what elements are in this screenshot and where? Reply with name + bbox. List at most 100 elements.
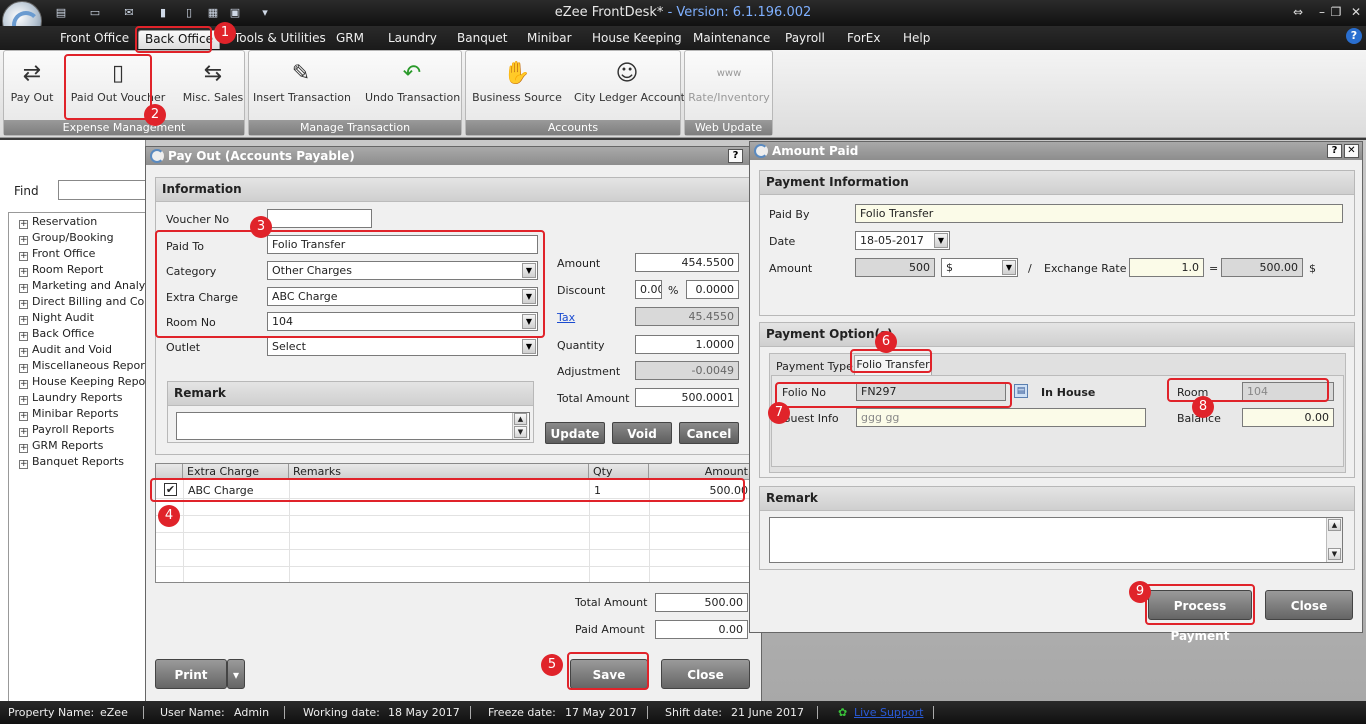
amount-input[interactable]: 454.5500: [635, 253, 739, 272]
menu-payroll[interactable]: Payroll: [779, 30, 831, 49]
menu-minibar[interactable]: Minibar: [521, 30, 578, 49]
payout-info-heading: Information: [156, 178, 751, 202]
print-dropdown-button[interactable]: ▾: [227, 659, 245, 689]
rate-inventory-button[interactable]: www Rate/Inventory: [688, 55, 770, 117]
tree-item-group-booking[interactable]: + Group/Booking: [19, 231, 114, 245]
tree-item-payroll-reports[interactable]: + Payroll Reports: [19, 423, 114, 437]
remark-scrollbar[interactable]: ▲ ▼: [512, 413, 528, 439]
quantity-input[interactable]: 1.0000: [635, 335, 739, 354]
amount-paid-amount-value: 500: [855, 258, 935, 277]
amount-paid-remark-input[interactable]: [769, 517, 1343, 563]
note-icon[interactable]: ▯: [180, 5, 198, 21]
restore-icon[interactable]: ⇔: [1288, 3, 1308, 21]
tools-icon[interactable]: ▮: [154, 5, 172, 21]
find-input[interactable]: [58, 180, 146, 200]
payout-close-button[interactable]: Close: [661, 659, 750, 689]
tree-item-night-audit[interactable]: + Night Audit: [19, 311, 94, 325]
menu-tools-utilities[interactable]: Tools & Utilities: [228, 30, 332, 49]
paid-amount-value: 0.00: [655, 620, 748, 639]
date-picker[interactable]: 18-05-2017 ▼: [855, 231, 950, 250]
tree-item-reservation[interactable]: + Reservation: [19, 215, 97, 229]
pay-out-button[interactable]: ⇄ Pay Out: [6, 55, 58, 117]
voucher-input[interactable]: [267, 209, 372, 228]
tax-link[interactable]: Tax: [557, 311, 575, 324]
tree-item-front-office[interactable]: + Front Office: [19, 247, 95, 261]
insert-transaction-button[interactable]: ✎ Insert Transaction: [253, 55, 351, 117]
dialog-logo-icon: [754, 144, 768, 158]
guest-info-input[interactable]: ggg gg: [856, 408, 1146, 427]
payout-remark-heading: Remark: [168, 382, 533, 406]
paid-by-input[interactable]: Folio Transfer: [855, 204, 1343, 223]
amount-paid-remark-scrollbar[interactable]: ▲ ▼: [1326, 518, 1342, 562]
user-value: Admin: [234, 706, 270, 719]
title-bar: eZee FrontDesk* - Version: 6.1.196.002 ▤…: [0, 0, 1366, 26]
amount-paid-close-button[interactable]: Close: [1265, 590, 1353, 620]
grid-total-amount-label: Total Amount: [575, 596, 648, 609]
tree-item-room-report[interactable]: + Room Report: [19, 263, 103, 277]
paid-amount-label: Paid Amount: [575, 623, 645, 636]
folio-lookup-icon[interactable]: ▤: [1014, 384, 1028, 398]
exchange-rate-input[interactable]: 1.0: [1129, 258, 1204, 277]
print-button[interactable]: Print: [155, 659, 227, 689]
tree-item-banquet-reports[interactable]: + Banquet Reports: [19, 455, 124, 469]
step-badge-9: 9: [1129, 581, 1151, 603]
menu-grm[interactable]: GRM: [330, 30, 370, 49]
calendar-icon[interactable]: ▣: [226, 5, 244, 21]
step-badge-5: 5: [541, 654, 563, 676]
payout-help-button[interactable]: ?: [728, 149, 743, 163]
grid-row-line: [156, 566, 751, 567]
help-icon[interactable]: ?: [1346, 28, 1362, 44]
email-icon[interactable]: ✉: [120, 5, 138, 21]
total-amount-input[interactable]: 500.0001: [635, 388, 739, 407]
tree-item-misc-report[interactable]: + Miscellaneous Report: [19, 359, 149, 373]
step-badge-7: 7: [768, 402, 790, 424]
tree-item-audit-void[interactable]: + Audit and Void: [19, 343, 112, 357]
tree-item-minibar-reports[interactable]: + Minibar Reports: [19, 407, 119, 421]
find-label: Find: [14, 184, 39, 198]
city-ledger-account-button[interactable]: ☺ City Ledger Account: [574, 55, 685, 117]
discount-pct-input[interactable]: 0.00: [635, 280, 662, 299]
menu-banquet[interactable]: Banquet: [451, 30, 514, 49]
currency-select[interactable]: $ ▼: [941, 258, 1018, 277]
total-amount-label: Total Amount: [557, 392, 630, 405]
highlight-folio-tab: [850, 349, 932, 373]
spellcheck-icon[interactable]: ▦: [204, 5, 222, 21]
amount-paid-close-icon[interactable]: ✕: [1344, 144, 1359, 158]
tree-item-marketing[interactable]: + Marketing and Analysis: [19, 279, 160, 293]
live-support-link[interactable]: Live Support: [854, 701, 923, 724]
undo-transaction-button[interactable]: ↶ Undo Transaction: [365, 55, 460, 117]
www-icon: www: [716, 68, 742, 79]
cancel-button[interactable]: Cancel: [679, 422, 739, 444]
maximize-icon[interactable]: ❐: [1326, 3, 1346, 21]
syringe-icon: ✎: [291, 61, 311, 86]
tree-item-back-office[interactable]: + Back Office: [19, 327, 94, 341]
close-icon[interactable]: ✕: [1346, 3, 1366, 21]
misc-sales-button[interactable]: ⇆ Misc. Sales: [182, 55, 244, 117]
print-icon[interactable]: ▭: [86, 5, 104, 21]
menu-help[interactable]: Help: [897, 30, 936, 49]
discount-value-input[interactable]: 0.0000: [686, 280, 739, 299]
payment-info-section: Payment Information Paid By Folio Transf…: [759, 170, 1355, 316]
void-button[interactable]: Void: [612, 422, 672, 444]
menu-house-keeping[interactable]: House Keeping: [586, 30, 688, 49]
payment-type-label: Payment Type: [776, 360, 853, 373]
update-button[interactable]: Update: [545, 422, 605, 444]
menu-maintenance[interactable]: Maintenance: [687, 30, 776, 49]
tree-item-grm-reports[interactable]: + GRM Reports: [19, 439, 103, 453]
menu-front-office[interactable]: Front Office: [54, 30, 135, 49]
qat-dropdown-icon[interactable]: ▾: [256, 5, 274, 21]
exchange-rate-label: Exchange Rate: [1044, 262, 1127, 275]
tree-item-laundry-reports[interactable]: + Laundry Reports: [19, 391, 123, 405]
voucher-label: Voucher No: [166, 213, 230, 226]
outlet-select[interactable]: Select ▼: [267, 337, 538, 356]
tree-item-housekeeping-report[interactable]: + House Keeping Report: [19, 375, 154, 389]
payout-remark-input[interactable]: [176, 412, 530, 440]
business-source-button[interactable]: ✋ Business Source: [470, 55, 564, 117]
payment-options-heading: Payment Option(s): [760, 323, 1354, 347]
menu-laundry[interactable]: Laundry: [382, 30, 443, 49]
status-separator: [470, 706, 471, 719]
amount-paid-help-button[interactable]: ?: [1327, 144, 1342, 158]
step-badge-6: 6: [875, 331, 897, 353]
menu-forex[interactable]: ForEx: [841, 30, 886, 49]
save-icon[interactable]: ▤: [52, 5, 70, 21]
